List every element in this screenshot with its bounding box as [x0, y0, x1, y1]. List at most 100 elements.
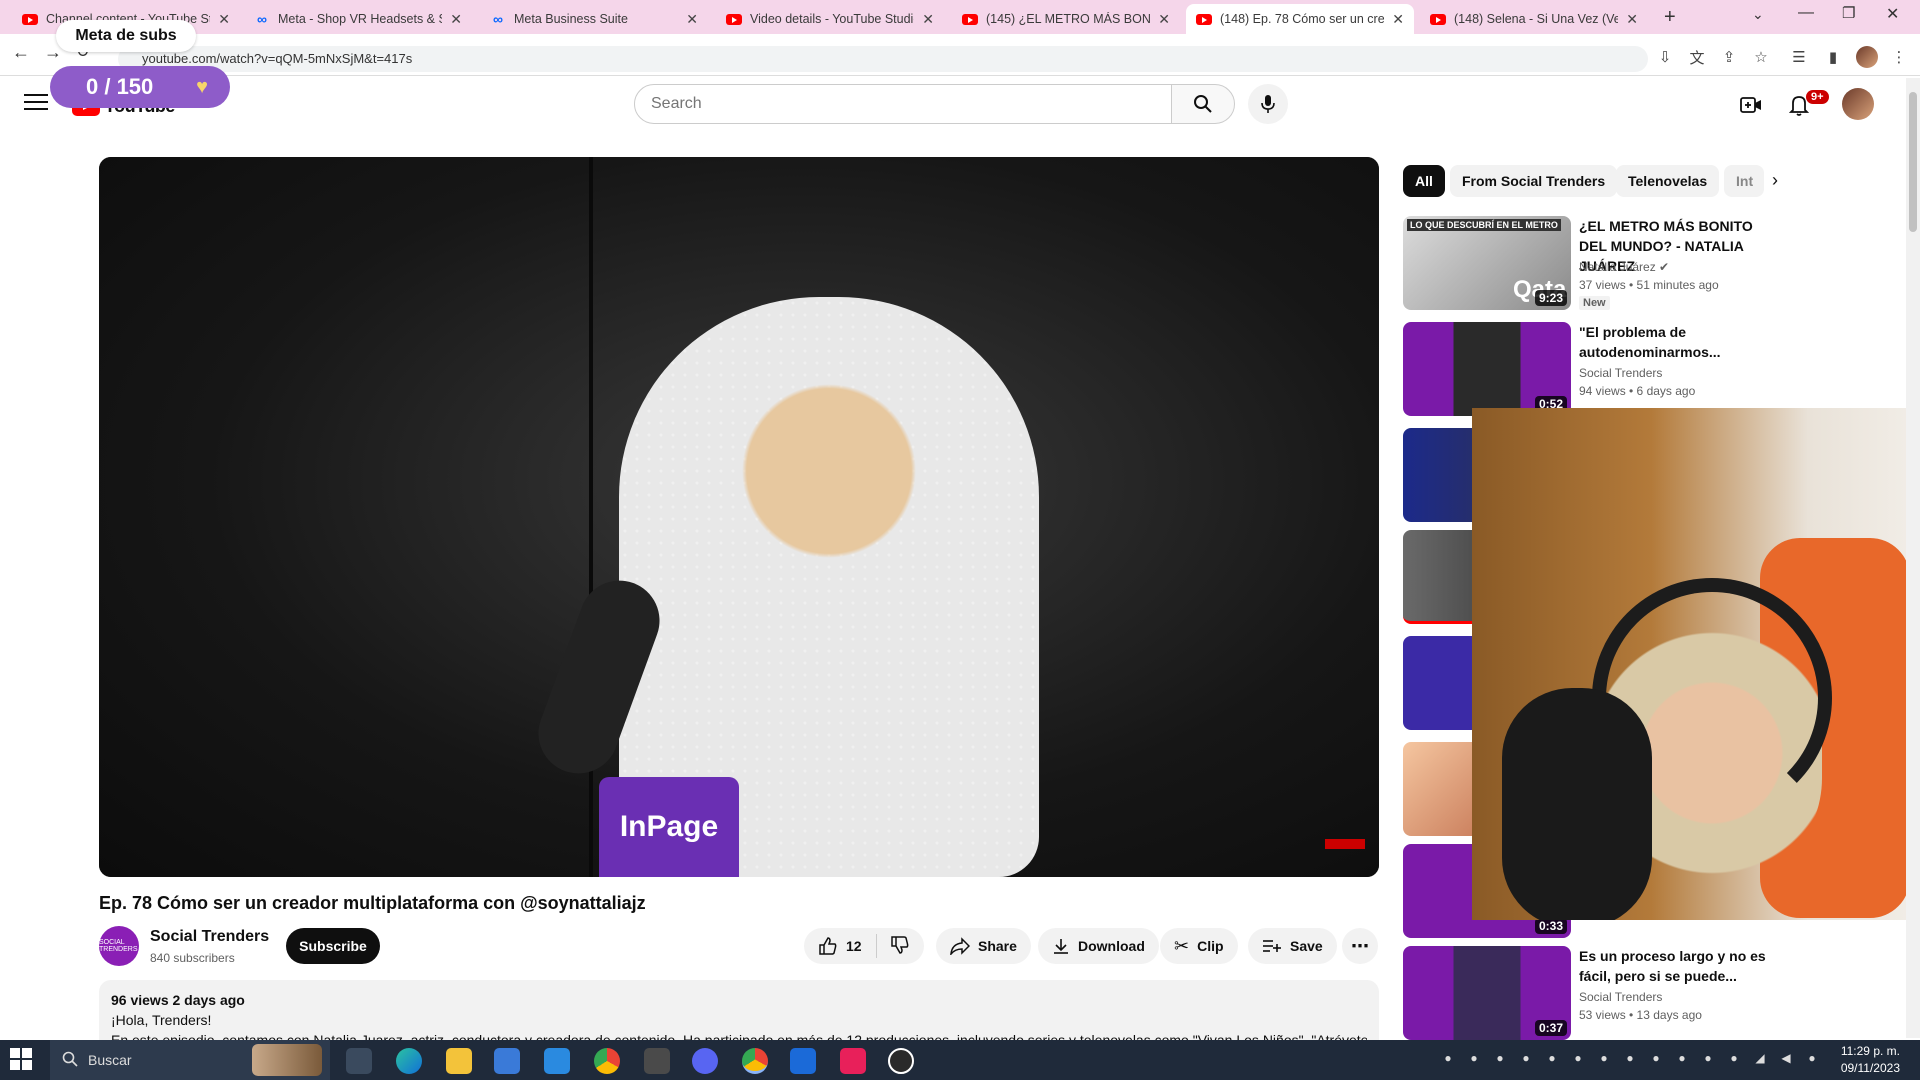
- close-icon[interactable]: ✕: [1626, 11, 1638, 28]
- more-actions-button[interactable]: ⋯: [1342, 928, 1378, 964]
- task-view-icon[interactable]: [346, 1048, 372, 1074]
- chrome-active-icon[interactable]: [742, 1048, 768, 1074]
- tray-app-icon[interactable]: ●: [1492, 1050, 1508, 1066]
- install-icon[interactable]: ⇩: [1654, 46, 1676, 68]
- chrome-icon[interactable]: [594, 1048, 620, 1074]
- search-button[interactable]: [1171, 84, 1235, 124]
- scrollbar-thumb[interactable]: [1909, 92, 1917, 232]
- share-icon[interactable]: ⇪: [1718, 46, 1740, 68]
- reading-list-icon[interactable]: ☰: [1788, 46, 1810, 68]
- bookmark-star-icon[interactable]: ☆: [1750, 46, 1772, 68]
- tray-app-icon[interactable]: ●: [1466, 1050, 1482, 1066]
- translate-icon[interactable]: 文: [1686, 46, 1708, 68]
- taskbar-search-input[interactable]: Buscar: [50, 1040, 330, 1080]
- profile-avatar[interactable]: [1856, 46, 1878, 68]
- network-icon[interactable]: ◢: [1752, 1050, 1768, 1066]
- tray-app-icon[interactable]: ●: [1440, 1050, 1456, 1066]
- channel-name[interactable]: Natalia Juárez ✔: [1579, 260, 1669, 274]
- search-input[interactable]: [634, 84, 1172, 124]
- close-icon[interactable]: ✕: [218, 11, 230, 28]
- new-tab-button[interactable]: +: [1664, 6, 1676, 29]
- share-button[interactable]: Share: [936, 928, 1031, 964]
- video-thumbnail[interactable]: 0:52: [1403, 322, 1571, 416]
- edge-icon[interactable]: [396, 1048, 422, 1074]
- app-icon[interactable]: [790, 1048, 816, 1074]
- tray-app-icon[interactable]: ●: [1622, 1050, 1638, 1066]
- window-close-icon[interactable]: ✕: [1886, 4, 1899, 24]
- dislike-button[interactable]: [890, 935, 910, 958]
- maximize-icon[interactable]: ❐: [1842, 4, 1855, 22]
- channel-name[interactable]: Social Trenders: [1579, 366, 1662, 380]
- store-icon[interactable]: [494, 1048, 520, 1074]
- video-thumbnail[interactable]: 0:37: [1403, 946, 1571, 1040]
- chip-partial[interactable]: Int: [1724, 165, 1764, 197]
- video-title[interactable]: Es un proceso largo y no es fácil, pero …: [1579, 946, 1779, 986]
- tray-app-icon[interactable]: ●: [1544, 1050, 1560, 1066]
- mail-icon[interactable]: [544, 1048, 570, 1074]
- tray-app-icon[interactable]: ●: [1648, 1050, 1664, 1066]
- search-highlight-image: [252, 1044, 322, 1076]
- file-explorer-icon[interactable]: [446, 1048, 472, 1074]
- hamburger-menu-icon[interactable]: [24, 94, 48, 112]
- tray-app-icon[interactable]: ●: [1700, 1050, 1716, 1066]
- channel-name[interactable]: Social Trenders: [1579, 990, 1662, 1004]
- youtube-icon: [726, 11, 742, 27]
- browser-tab-active[interactable]: (148) Ep. 78 Cómo ser un crea ✕: [1186, 4, 1414, 34]
- channel-avatar[interactable]: SOCIAL TRENDERS: [99, 926, 139, 966]
- side-panel-icon[interactable]: ▮: [1822, 46, 1844, 68]
- subscriber-count: 840 subscribers: [150, 951, 235, 965]
- chip-all[interactable]: All: [1403, 165, 1445, 197]
- download-icon: [1054, 939, 1068, 954]
- taskbar-clock[interactable]: 11:29 p. m. 09/11/2023: [1836, 1043, 1900, 1077]
- youtube-icon: [22, 11, 38, 27]
- tiktok-icon[interactable]: [840, 1048, 866, 1074]
- video-thumbnail[interactable]: LO QUE DESCUBRÍ EN EL METRO Qata 9:23: [1403, 216, 1571, 310]
- tray-app-icon[interactable]: ●: [1518, 1050, 1534, 1066]
- minimize-icon[interactable]: —: [1798, 4, 1814, 22]
- download-button[interactable]: Download: [1038, 928, 1159, 964]
- create-video-icon[interactable]: [1738, 92, 1764, 118]
- tray-app-icon[interactable]: ●: [1726, 1050, 1742, 1066]
- like-button[interactable]: 12: [818, 936, 862, 956]
- back-icon[interactable]: ←: [12, 42, 30, 63]
- chip-from-channel[interactable]: From Social Trenders: [1450, 165, 1618, 197]
- close-icon[interactable]: ✕: [1392, 11, 1404, 28]
- tray-app-icon[interactable]: ●: [1596, 1050, 1612, 1066]
- list-item[interactable]: 0:37 Es un proceso largo y no es fácil, …: [1403, 946, 1883, 1040]
- tray-app-icon[interactable]: ●: [1570, 1050, 1586, 1066]
- app-icon[interactable]: [644, 1048, 670, 1074]
- browser-tab[interactable]: (145) ¿EL METRO MÁS BONITO ✕: [952, 4, 1180, 34]
- video-meta: 37 views • 51 minutes ago: [1579, 278, 1719, 292]
- list-item[interactable]: LO QUE DESCUBRÍ EN EL METRO Qata 9:23 ¿E…: [1403, 216, 1883, 310]
- windows-start-icon[interactable]: [10, 1048, 34, 1072]
- tray-app-icon[interactable]: ●: [1674, 1050, 1690, 1066]
- close-icon[interactable]: ✕: [686, 11, 698, 28]
- tab-search-icon[interactable]: ⌄: [1752, 6, 1764, 23]
- chip-telenovelas[interactable]: Telenovelas: [1616, 165, 1720, 197]
- close-icon[interactable]: ✕: [450, 11, 462, 28]
- browser-tab[interactable]: Video details - YouTube Studio ✕: [716, 4, 944, 34]
- clip-button[interactable]: ✂ Clip: [1160, 928, 1238, 964]
- list-item[interactable]: 0:52 "El problema de autodenominarmos...…: [1403, 322, 1883, 416]
- voice-search-button[interactable]: [1248, 84, 1288, 124]
- close-icon[interactable]: ✕: [922, 11, 934, 28]
- kebab-menu-icon[interactable]: ⋮: [1888, 46, 1910, 68]
- discord-icon[interactable]: [692, 1048, 718, 1074]
- browser-tab[interactable]: (148) Selena - Si Una Vez (Vers ✕: [1420, 4, 1648, 34]
- microphone-tray-icon[interactable]: ●: [1804, 1050, 1820, 1066]
- streamer-microphone: [1502, 688, 1652, 920]
- volume-icon[interactable]: ◀: [1778, 1050, 1794, 1066]
- video-title[interactable]: "El problema de autodenominarmos...: [1579, 322, 1779, 362]
- browser-tab[interactable]: ∞ Meta Business Suite ✕: [480, 4, 708, 34]
- browser-tab[interactable]: ∞ Meta - Shop VR Headsets & Sm ✕: [244, 4, 472, 34]
- chevron-right-icon[interactable]: ›: [1772, 170, 1778, 191]
- url-field[interactable]: youtube.com/watch?v=qQM-5mNxSjM&t=417s: [118, 46, 1648, 72]
- save-button[interactable]: Save: [1248, 928, 1337, 964]
- close-icon[interactable]: ✕: [1158, 11, 1170, 28]
- obs-icon[interactable]: [888, 1048, 914, 1074]
- video-player[interactable]: InPage: [99, 157, 1379, 877]
- account-avatar[interactable]: [1842, 88, 1874, 120]
- more-horizontal-icon: ⋯: [1351, 935, 1369, 956]
- channel-name[interactable]: Social Trenders: [150, 928, 269, 946]
- subscribe-button[interactable]: Subscribe: [286, 928, 380, 964]
